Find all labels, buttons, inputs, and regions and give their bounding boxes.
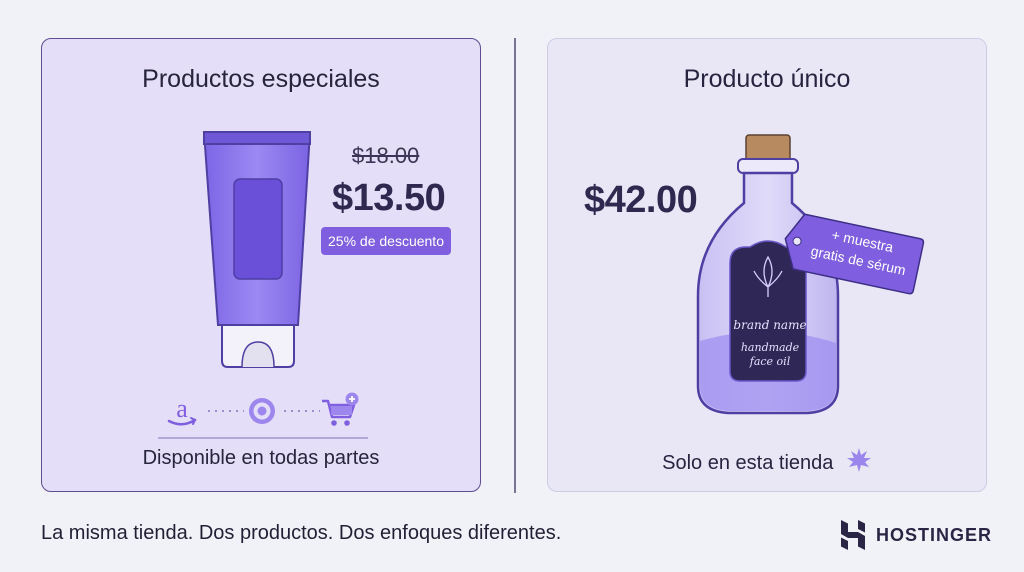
available-everywhere-label: Disponible en todas partes xyxy=(142,447,380,469)
discount-badge: 25% de descuento xyxy=(321,227,451,255)
amazon-icon: a xyxy=(167,395,197,426)
footer-tagline: La misma tienda. Dos productos. Dos enfo… xyxy=(41,522,562,544)
hostinger-h-icon xyxy=(841,520,865,550)
bottle-label-face-oil: face oil xyxy=(749,355,791,368)
shopping-cart-add-icon xyxy=(322,392,359,426)
unique-price: $42.00 xyxy=(584,179,698,221)
center-divider xyxy=(514,38,516,493)
unique-product-card: Producto único $42.00 brand name handmad… xyxy=(547,38,987,492)
leaf-icon xyxy=(846,448,871,472)
dotted-connector xyxy=(284,410,320,412)
target-icon xyxy=(249,398,275,424)
bottle-label-handmade: handmade xyxy=(740,341,800,354)
brand-name: HOSTINGER xyxy=(876,524,993,545)
unique-product-title: Producto único xyxy=(683,65,851,93)
special-products-title: Productos especiales xyxy=(142,65,380,93)
original-price: $18.00 xyxy=(352,143,420,168)
bottle-label-brand: brand name xyxy=(733,318,807,332)
discounted-price: $13.50 xyxy=(332,177,446,219)
svg-text:a: a xyxy=(176,395,188,423)
only-here-label-wrap: Solo en esta tienda xyxy=(548,447,986,475)
channels-underline xyxy=(158,437,368,439)
only-in-this-store-label: Solo en esta tienda xyxy=(662,452,834,474)
hostinger-logo: HOSTINGER xyxy=(840,519,992,551)
dotted-connector xyxy=(208,410,244,412)
special-products-card: Productos especiales $18.00 $13.50 25% d… xyxy=(41,38,481,492)
cosmetic-tube-icon xyxy=(202,131,312,368)
